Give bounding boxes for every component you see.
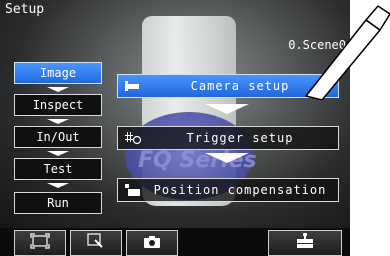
zoom-button[interactable] bbox=[70, 230, 122, 256]
full-screen-icon bbox=[30, 233, 50, 253]
trigger-setup-button[interactable]: Trigger setup bbox=[117, 126, 339, 150]
nav-inspect-button[interactable]: Inspect bbox=[14, 94, 102, 116]
flow-arrow-icon bbox=[205, 104, 249, 114]
stylus-pen-icon bbox=[305, 5, 390, 100]
trigger-setup-icon bbox=[124, 131, 142, 145]
tools-button[interactable] bbox=[268, 230, 342, 256]
flow-arrow-icon bbox=[47, 151, 69, 156]
full-screen-button[interactable] bbox=[14, 230, 66, 256]
menu-label: Position compensation bbox=[153, 183, 327, 197]
nav-label: Run bbox=[47, 196, 69, 210]
zoom-icon bbox=[87, 233, 105, 253]
nav-label: Test bbox=[43, 162, 73, 176]
position-compensation-button[interactable]: Position compensation bbox=[117, 178, 339, 202]
bottom-toolbar bbox=[0, 228, 350, 256]
nav-label: Image bbox=[39, 66, 77, 80]
flow-arrow-icon bbox=[205, 153, 249, 163]
nav-image-button[interactable]: Image bbox=[14, 62, 102, 84]
nav-label: Inspect bbox=[32, 98, 84, 112]
flow-arrow-icon bbox=[47, 87, 69, 92]
sensor-screen: FQ Series Setup 0.Scene0 Image Inspect I… bbox=[0, 0, 350, 256]
nav-in-out-button[interactable]: In/Out bbox=[14, 126, 102, 148]
camera-setup-icon bbox=[124, 79, 142, 93]
camera-icon bbox=[143, 234, 161, 253]
capture-button[interactable] bbox=[126, 230, 178, 256]
position-compensation-icon bbox=[124, 183, 142, 197]
flow-arrow-icon bbox=[47, 183, 69, 188]
nav-run-button[interactable]: Run bbox=[14, 192, 102, 214]
nav-label: In/Out bbox=[36, 130, 80, 144]
nav-test-button[interactable]: Test bbox=[14, 158, 102, 180]
page-title: Setup bbox=[5, 2, 45, 17]
menu-label: Trigger setup bbox=[186, 131, 294, 145]
tools-icon bbox=[295, 233, 315, 253]
flow-arrow-icon bbox=[47, 119, 69, 124]
